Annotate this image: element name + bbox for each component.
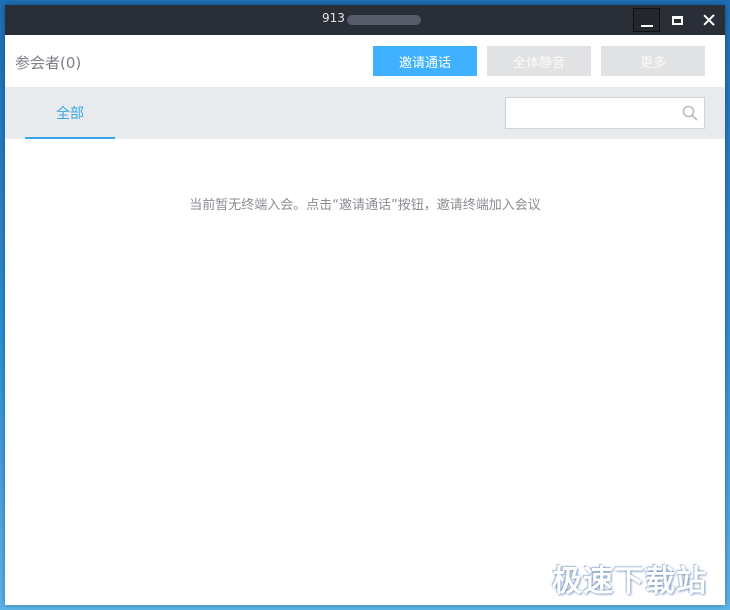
tab-bar: 全部	[5, 87, 725, 139]
conference-header: 参会者(0) 邀请通话 全体静音 更多	[5, 35, 725, 87]
search-input[interactable]	[506, 98, 676, 128]
more-button[interactable]: 更多	[601, 46, 705, 76]
site-watermark: 极速下载站	[552, 564, 707, 599]
tab-all[interactable]: 全部	[25, 87, 115, 139]
close-icon	[703, 14, 715, 26]
participants-list-area: 当前暂无终端入会。点击“邀请通话”按钮，邀请终端加入会议	[5, 139, 725, 605]
empty-state-message: 当前暂无终端入会。点击“邀请通话”按钮，邀请终端加入会议	[189, 198, 541, 213]
minimize-icon	[640, 25, 653, 27]
participants-count-label: 参会者(0)	[15, 54, 82, 72]
close-button[interactable]	[695, 8, 722, 32]
maximize-button[interactable]	[664, 8, 691, 32]
search-box[interactable]	[505, 97, 705, 129]
redacted-title-mask	[347, 15, 421, 25]
maximize-icon	[672, 15, 683, 25]
invite-call-button[interactable]: 邀请通话	[373, 46, 477, 76]
window-title: 913	[322, 11, 345, 25]
mute-all-button[interactable]: 全体静音	[487, 46, 591, 76]
search-icon[interactable]	[682, 105, 698, 121]
title-bar[interactable]: 913	[5, 5, 725, 35]
app-window: 913 参会者(0) 邀请通话 全体静音 更多 全部 当前暂无终端入会。点击“邀…	[5, 5, 725, 605]
minimize-button[interactable]	[633, 8, 660, 32]
